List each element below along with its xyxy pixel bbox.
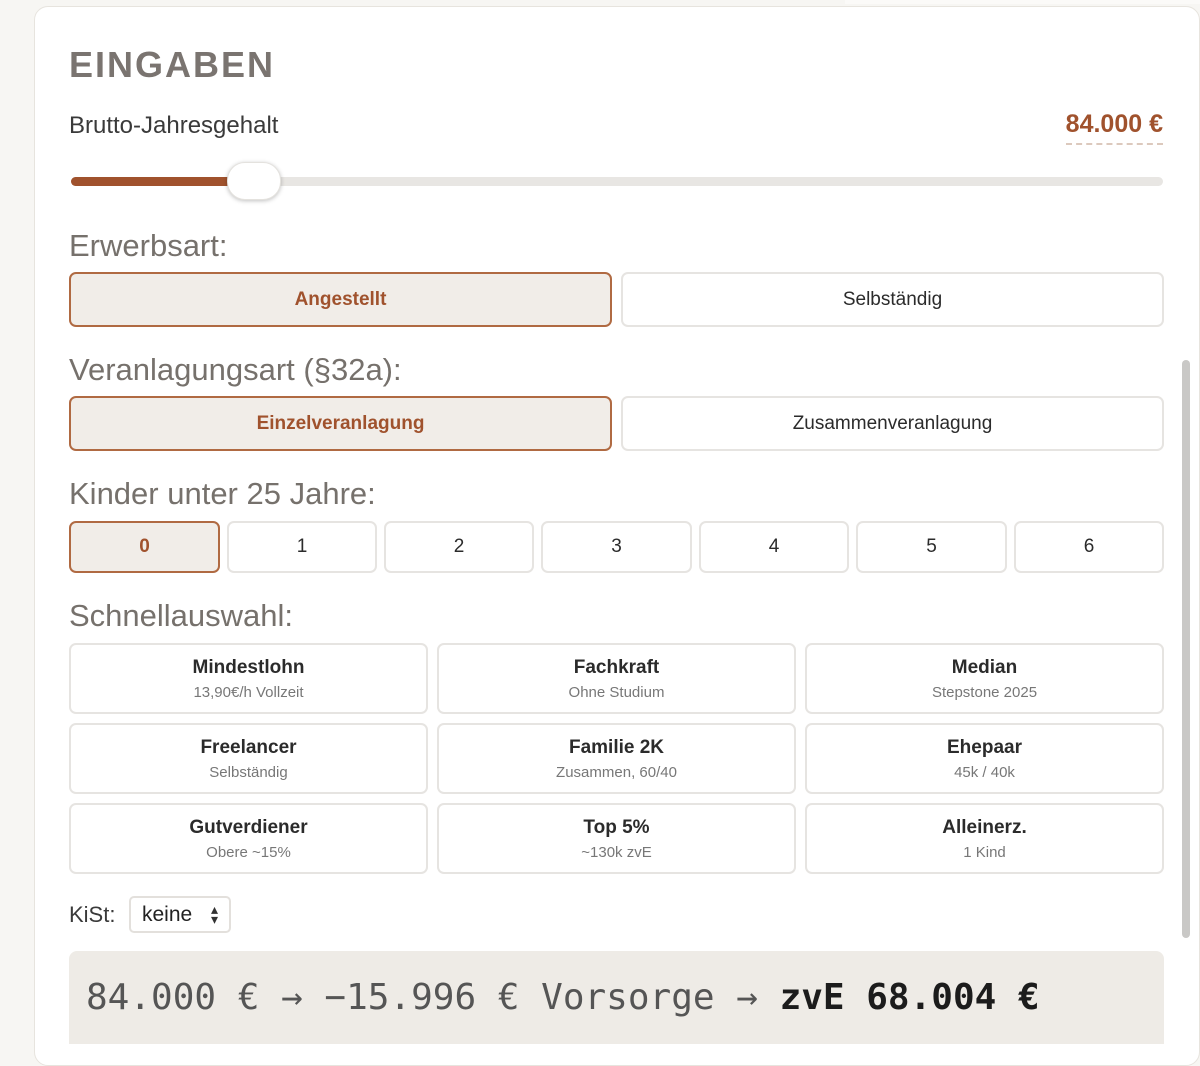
preset-subtitle: Obere ~15% xyxy=(206,843,291,861)
kist-selected-value: keine xyxy=(142,902,193,926)
veranlagung-option-einzel[interactable]: Einzelveranlagung xyxy=(69,396,612,451)
preset-title: Median xyxy=(951,656,1018,678)
preset-subtitle: Zusammen, 60/40 xyxy=(556,763,677,781)
preset-fachkraft[interactable]: Fachkraft Ohne Studium xyxy=(437,643,796,714)
preset-title: Top 5% xyxy=(583,816,650,838)
preset-alleinerziehend[interactable]: Alleinerz. 1 Kind xyxy=(805,803,1164,874)
preset-subtitle: 13,90€/h Vollzeit xyxy=(193,683,304,701)
preset-subtitle: Stepstone 2025 xyxy=(931,683,1038,701)
summary-calculation: 84.000 € → −15.996 € Vorsorge → xyxy=(86,977,780,1018)
preset-title: Fachkraft xyxy=(573,656,660,678)
preset-title: Alleinerz. xyxy=(942,816,1027,838)
veranlagung-option-zusammen[interactable]: Zusammenveranlagung xyxy=(621,396,1164,451)
preset-freelancer[interactable]: Freelancer Selbständig xyxy=(69,723,428,794)
kinder-option-2[interactable]: 2 xyxy=(384,521,534,573)
preset-title: Ehepaar xyxy=(947,736,1022,758)
slider-thumb[interactable] xyxy=(227,162,282,200)
schnellauswahl-label: Schnellauswahl: xyxy=(69,598,294,633)
kinder-label: Kinder unter 25 Jahre: xyxy=(69,476,376,511)
slider-fill xyxy=(71,177,254,186)
preset-subtitle: 45k / 40k xyxy=(954,763,1015,781)
preset-ehepaar[interactable]: Ehepaar 45k / 40k xyxy=(805,723,1164,794)
preset-subtitle: Selbständig xyxy=(209,763,288,781)
kinder-option-0[interactable]: 0 xyxy=(69,521,220,573)
zve-summary: 84.000 € → −15.996 € Vorsorge → zvE 68.0… xyxy=(69,951,1164,1044)
preset-subtitle: Ohne Studium xyxy=(568,683,665,701)
salary-label: Brutto-Jahresgehalt xyxy=(69,112,279,139)
preset-title: Mindestlohn xyxy=(192,656,305,678)
preset-mindestlohn[interactable]: Mindestlohn 13,90€/h Vollzeit xyxy=(69,643,428,714)
preset-title: Gutverdiener xyxy=(189,816,308,838)
kist-select[interactable]: keine ▴ ▾ xyxy=(129,896,231,933)
kinder-option-5[interactable]: 5 xyxy=(856,521,1007,573)
section-title: EINGABEN xyxy=(69,44,276,85)
preset-title: Familie 2K xyxy=(568,736,665,758)
erwerbsart-option-selbstaendig[interactable]: Selbständig xyxy=(621,272,1164,327)
preset-median[interactable]: Median Stepstone 2025 xyxy=(805,643,1164,714)
preset-subtitle: ~130k zvE xyxy=(581,843,652,861)
select-chevron-icon: ▴ ▾ xyxy=(210,901,218,927)
kinder-option-6[interactable]: 6 xyxy=(1014,521,1164,573)
summary-result: zvE 68.004 € xyxy=(779,977,1040,1018)
kinder-option-4[interactable]: 4 xyxy=(699,521,849,573)
salary-slider[interactable] xyxy=(71,162,1163,200)
kist-label: KiSt: xyxy=(69,902,116,927)
kinder-option-3[interactable]: 3 xyxy=(541,521,692,573)
preset-title: Freelancer xyxy=(200,736,297,758)
veranlagung-label: Veranlagungsart (§32a): xyxy=(69,352,402,387)
preset-top-5[interactable]: Top 5% ~130k zvE xyxy=(437,803,796,874)
erwerbsart-option-angestellt[interactable]: Angestellt xyxy=(69,272,612,327)
top-edge xyxy=(845,0,1200,4)
preset-gutverdiener[interactable]: Gutverdiener Obere ~15% xyxy=(69,803,428,874)
erwerbsart-label: Erwerbsart: xyxy=(69,228,228,263)
preset-familie-2k[interactable]: Familie 2K Zusammen, 60/40 xyxy=(437,723,796,794)
salary-value[interactable]: 84.000 € xyxy=(1065,110,1163,145)
scrollbar[interactable] xyxy=(1182,360,1190,938)
kinder-option-1[interactable]: 1 xyxy=(227,521,377,573)
preset-subtitle: 1 Kind xyxy=(963,843,1006,861)
